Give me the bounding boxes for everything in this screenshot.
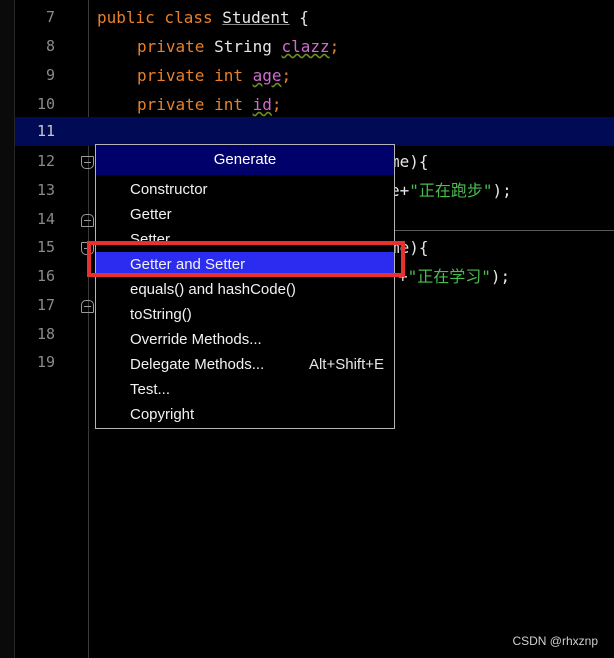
code-text: e+"正在跑步");	[390, 176, 512, 205]
line-number: 13	[36, 181, 55, 199]
menu-item-label: Constructor	[130, 181, 208, 198]
semicolon: ;	[329, 37, 340, 56]
annotation-highlight-box	[87, 241, 405, 277]
menu-item-constructor[interactable]: Constructor	[96, 177, 394, 202]
line-number: 11	[36, 122, 55, 140]
menu-item-label: Getter	[130, 206, 172, 223]
fold-collapse-icon[interactable]	[81, 156, 94, 169]
left-gutter	[0, 0, 14, 658]
code-text: me){	[390, 152, 429, 171]
menu-item-test[interactable]: Test...	[96, 377, 394, 402]
menu-item-label: Copyright	[130, 406, 195, 423]
menu-item-delegate-methods[interactable]: Delegate Methods... Alt+Shift+E	[96, 352, 394, 377]
menu-item-copyright[interactable]: Copyright	[96, 402, 394, 427]
menu-item-tostring[interactable]: toString()	[96, 302, 394, 327]
editor-line-9[interactable]: 9 private int age;	[15, 61, 614, 90]
line-number: 7	[45, 8, 55, 26]
popup-title: Generate	[96, 145, 394, 175]
menu-item-equals-hashcode[interactable]: equals() and hashCode()	[96, 277, 394, 302]
line-number: 17	[36, 296, 55, 314]
fold-end-icon[interactable]	[81, 214, 94, 227]
code-text: private int age;	[137, 61, 291, 90]
menu-item-override-methods[interactable]: Override Methods...	[96, 327, 394, 352]
menu-item-label: Override Methods...	[130, 331, 262, 348]
line-number: 12	[36, 152, 55, 170]
code-fragment: );	[492, 181, 512, 200]
keyword: private	[137, 37, 215, 56]
brace: {	[289, 8, 309, 27]
keyword: private int	[137, 95, 253, 114]
menu-item-label: toString()	[130, 306, 192, 323]
line-number: 8	[45, 37, 55, 55]
editor-divider	[394, 230, 614, 231]
string-literal: "正在跑步"	[409, 181, 493, 200]
line-number: 19	[36, 353, 55, 371]
line-number: 16	[36, 267, 55, 285]
keyword: private int	[137, 66, 253, 85]
fold-end-icon[interactable]	[81, 300, 94, 313]
line-number: 18	[36, 325, 55, 343]
field-name[interactable]: age	[253, 66, 282, 85]
type-name: String	[214, 37, 282, 56]
line-number: 14	[36, 210, 55, 228]
line-number: 15	[36, 238, 55, 256]
semicolon: ;	[271, 95, 282, 114]
editor-line-11-current[interactable]: 11	[15, 117, 614, 146]
code-text: public class Student {	[97, 3, 309, 32]
string-literal: "正在学习"	[407, 267, 491, 286]
field-name[interactable]: clazz	[282, 37, 330, 56]
watermark: CSDN @rhxznp	[512, 634, 598, 648]
keyword: public class	[97, 8, 223, 27]
code-text: private int id;	[137, 90, 282, 119]
generate-popup: Generate Constructor Getter Setter Gette…	[95, 144, 395, 429]
menu-item-label: Test...	[130, 381, 171, 398]
menu-item-getter[interactable]: Getter	[96, 202, 394, 227]
code-fragment: );	[490, 267, 511, 286]
field-name[interactable]: id	[253, 95, 272, 114]
code-text: private String clazz;	[137, 32, 339, 61]
editor-line-8[interactable]: 8 private String clazz;	[15, 32, 614, 61]
line-number: 10	[36, 95, 55, 113]
menu-item-label: Delegate Methods...	[130, 356, 265, 373]
menu-item-label: equals() and hashCode()	[130, 281, 296, 298]
editor-line-10[interactable]: 10 private int id;	[15, 90, 614, 119]
class-name[interactable]: Student	[222, 8, 289, 27]
semicolon: ;	[281, 66, 292, 85]
code-text: +"正在学习");	[398, 262, 510, 291]
editor-line-7[interactable]: 7 public class Student {	[15, 3, 614, 32]
menu-item-shortcut: Alt+Shift+E	[308, 356, 384, 373]
line-number: 9	[45, 66, 55, 84]
